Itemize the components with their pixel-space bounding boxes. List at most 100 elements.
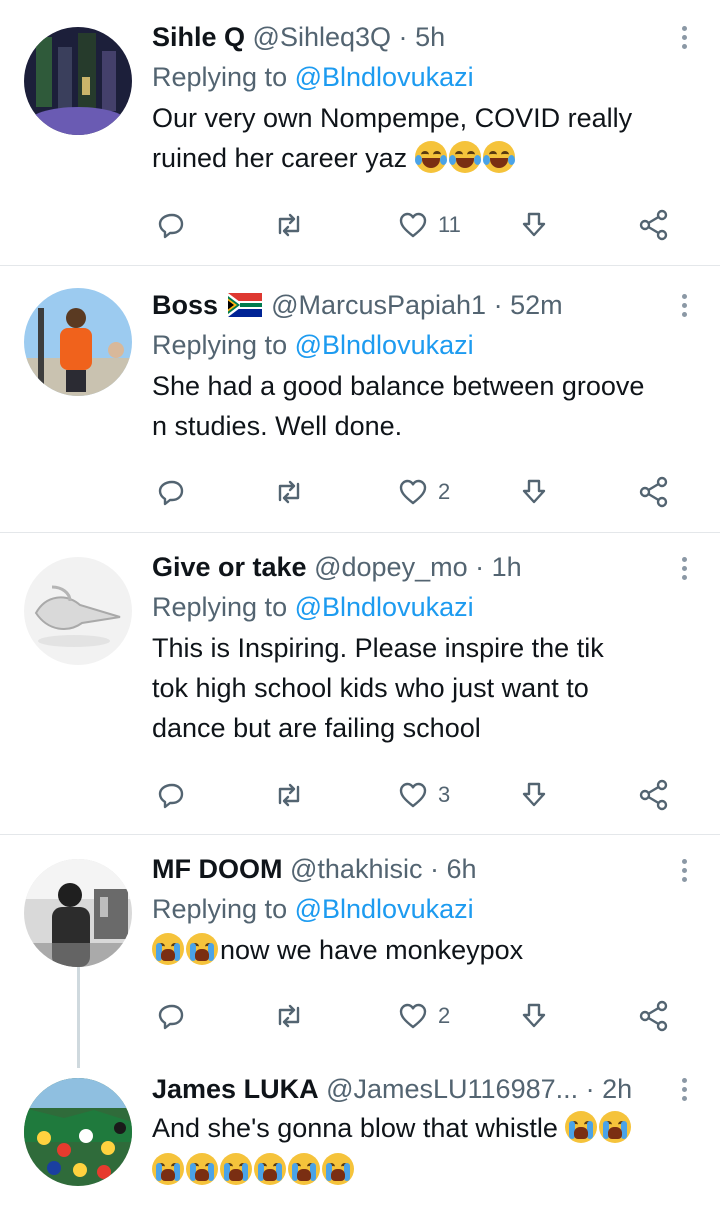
separator-dot: · <box>585 1074 595 1104</box>
heart-icon <box>399 212 427 238</box>
mention-link[interactable]: @Blndlovukazi <box>295 330 474 360</box>
download-button[interactable] <box>520 472 548 512</box>
retweet-button[interactable] <box>272 472 306 512</box>
like-button[interactable]: 2 <box>398 472 450 512</box>
display-name[interactable]: MF DOOM <box>152 854 282 884</box>
tweet[interactable]: MF DOOM @thakhisic · 6h Replying to @Bln… <box>0 835 720 1050</box>
avatar[interactable] <box>24 1078 132 1186</box>
avatar[interactable] <box>24 859 132 967</box>
share-button[interactable] <box>638 205 670 245</box>
replying-to: Replying to @Blndlovukazi <box>152 60 672 94</box>
tweet[interactable]: Sihle Q @Sihleq3Q · 5h Replying to @Blnd… <box>0 0 720 265</box>
display-name[interactable]: Boss <box>152 290 218 320</box>
separator-dot: · <box>475 552 485 582</box>
retweet-button[interactable] <box>272 205 306 245</box>
share-icon <box>639 476 668 508</box>
tweet-actions: 11 <box>152 205 692 245</box>
download-button[interactable] <box>520 775 548 815</box>
loudly-crying-emoji-icon <box>288 1153 320 1185</box>
share-icon <box>639 209 668 241</box>
tweet-text-line: n studies. Well done. <box>152 411 403 441</box>
user-handle[interactable]: @Sihleq3Q <box>253 22 391 52</box>
more-options-icon[interactable] <box>674 290 694 324</box>
share-button[interactable] <box>638 996 670 1036</box>
reply-icon <box>158 213 184 239</box>
mention-link[interactable]: @Blndlovukazi <box>295 592 474 622</box>
tears-of-joy-emoji-icon <box>414 141 447 173</box>
reply-button[interactable] <box>158 996 186 1036</box>
reply-button[interactable] <box>158 775 186 815</box>
tweet[interactable]: Boss @MarcusPapiah1 · 52m Replying to @B… <box>0 266 720 532</box>
tweet-header: James LUKA @JamesLU116987... · 2h <box>152 1072 672 1106</box>
loudly-crying-emoji-icon <box>254 1153 286 1185</box>
user-handle[interactable]: @JamesLU116987... <box>326 1074 578 1104</box>
user-handle[interactable]: @thakhisic <box>290 854 422 884</box>
download-icon <box>522 782 546 807</box>
display-name[interactable]: Give or take <box>152 552 307 582</box>
share-button[interactable] <box>638 775 670 815</box>
mention-link[interactable]: @Blndlovukazi <box>295 62 474 92</box>
retweet-icon <box>278 1004 300 1028</box>
timestamp[interactable]: 1h <box>492 552 522 582</box>
user-handle[interactable]: @MarcusPapiah1 <box>271 290 486 320</box>
more-options-icon[interactable] <box>674 22 694 56</box>
download-button[interactable] <box>520 205 548 245</box>
loudly-crying-emoji-icon <box>599 1111 632 1143</box>
reply-icon <box>158 1004 184 1030</box>
replying-prefix: Replying to <box>152 592 288 622</box>
avatar[interactable] <box>24 288 132 396</box>
reply-icon <box>158 783 184 809</box>
like-count: 2 <box>438 479 451 504</box>
like-count: 3 <box>438 782 451 807</box>
tweet-text-line: tok high school kids who just want to <box>152 673 589 703</box>
separator-dot: · <box>429 854 439 884</box>
more-options-icon[interactable] <box>674 553 694 587</box>
tweet-text: now we have monkeypox <box>152 930 672 970</box>
display-name[interactable]: James LUKA <box>152 1074 319 1104</box>
retweet-button[interactable] <box>272 996 306 1036</box>
tweet-text-line: This is Inspiring. Please inspire the ti… <box>152 633 604 663</box>
reply-button[interactable] <box>158 472 186 512</box>
retweet-icon <box>278 480 300 504</box>
download-icon <box>522 1003 546 1028</box>
tweet-text-line: dance but are failing school <box>152 713 481 743</box>
more-options-icon[interactable] <box>674 855 694 889</box>
loudly-crying-emoji-icon <box>565 1111 598 1143</box>
avatar[interactable] <box>24 27 132 135</box>
user-handle[interactable]: @dopey_mo <box>314 552 468 582</box>
tweet[interactable]: Give or take @dopey_mo · 1h Replying to … <box>0 533 720 834</box>
share-icon <box>639 779 668 811</box>
tweet-text-line: And she's gonna blow that whistle <box>152 1113 558 1143</box>
tweet-actions: 3 <box>152 775 692 815</box>
timestamp[interactable]: 2h <box>602 1074 632 1104</box>
retweet-button[interactable] <box>272 775 306 815</box>
heart-icon <box>399 782 427 808</box>
loudly-crying-emoji-icon <box>152 1153 184 1185</box>
timestamp[interactable]: 52m <box>510 290 563 320</box>
tears-of-joy-emoji-icon <box>482 141 515 173</box>
reply-button[interactable] <box>158 205 186 245</box>
more-options-icon[interactable] <box>674 1074 694 1108</box>
like-count: 2 <box>438 1003 451 1028</box>
tweet-header: Sihle Q @Sihleq3Q · 5h <box>152 20 672 54</box>
tweet-header: MF DOOM @thakhisic · 6h <box>152 852 672 886</box>
tweet-text: Our very own Nompempe, COVID really ruin… <box>152 98 672 178</box>
tweet-text-line: Our very own Nompempe, COVID really <box>152 103 633 133</box>
loudly-crying-emoji-icon <box>220 1153 252 1185</box>
tweet-text: And she's gonna blow that whistle <box>152 1108 672 1190</box>
download-button[interactable] <box>520 996 548 1036</box>
timestamp[interactable]: 6h <box>447 854 477 884</box>
tweet[interactable]: James LUKA @JamesLU116987... · 2h And sh… <box>0 1050 720 1220</box>
replying-to: Replying to @Blndlovukazi <box>152 328 672 362</box>
tweet-text-line: She had a good balance between groove <box>152 371 645 401</box>
separator-dot: · <box>493 290 503 320</box>
mention-link[interactable]: @Blndlovukazi <box>295 894 474 924</box>
avatar[interactable] <box>24 557 132 665</box>
like-button[interactable]: 3 <box>398 775 450 815</box>
display-name[interactable]: Sihle Q <box>152 22 245 52</box>
like-button[interactable]: 2 <box>398 996 450 1036</box>
like-button[interactable]: 11 <box>398 205 461 245</box>
share-button[interactable] <box>638 472 670 512</box>
timestamp[interactable]: 5h <box>415 22 445 52</box>
reply-icon <box>158 480 184 506</box>
